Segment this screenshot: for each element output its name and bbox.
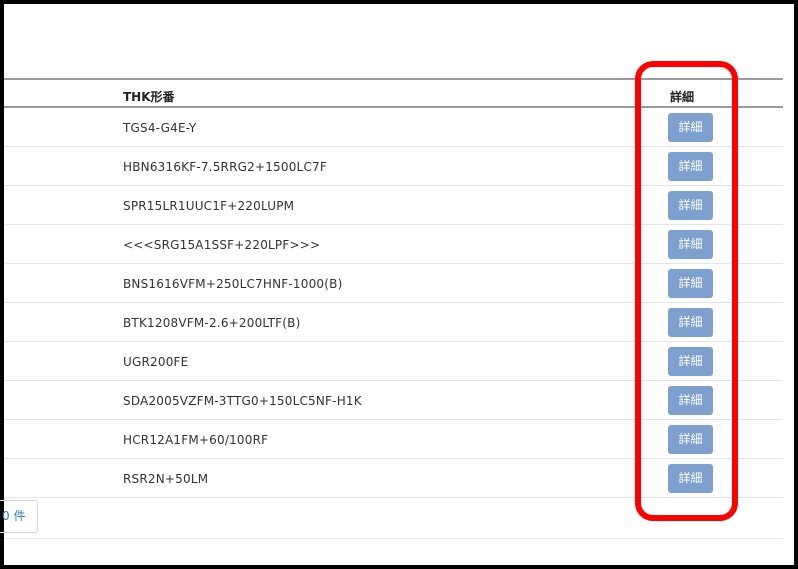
part-number-cell: RSR2N+50LM [123,472,209,486]
part-number-cell: SPR15LR1UUC1F+220LUPM [123,199,295,213]
part-number-cell: TGS4-G4E-Y [123,121,197,135]
part-number-cell: <<<SRG15A1SSF+220LPF>>> [123,238,321,252]
annotation-highlight-box [635,61,738,521]
part-number-cell: HCR12A1FM+60/100RF [123,433,269,447]
divider [4,538,783,539]
part-number-cell: SDA2005VZFM-3TTG0+150LC5NF-H1K [123,394,362,408]
part-number-cell: BNS1616VFM+250LC7HNF-1000(B) [123,277,343,291]
part-number-cell: UGR200FE [123,355,189,369]
part-number-cell: BTK1208VFM-2.6+200LTF(B) [123,316,301,330]
result-count-button[interactable]: 0 件 [0,500,38,533]
header-part-number: THK形番 [123,90,175,104]
part-number-cell: HBN6316KF-7.5RRG2+1500LC7F [123,160,327,174]
